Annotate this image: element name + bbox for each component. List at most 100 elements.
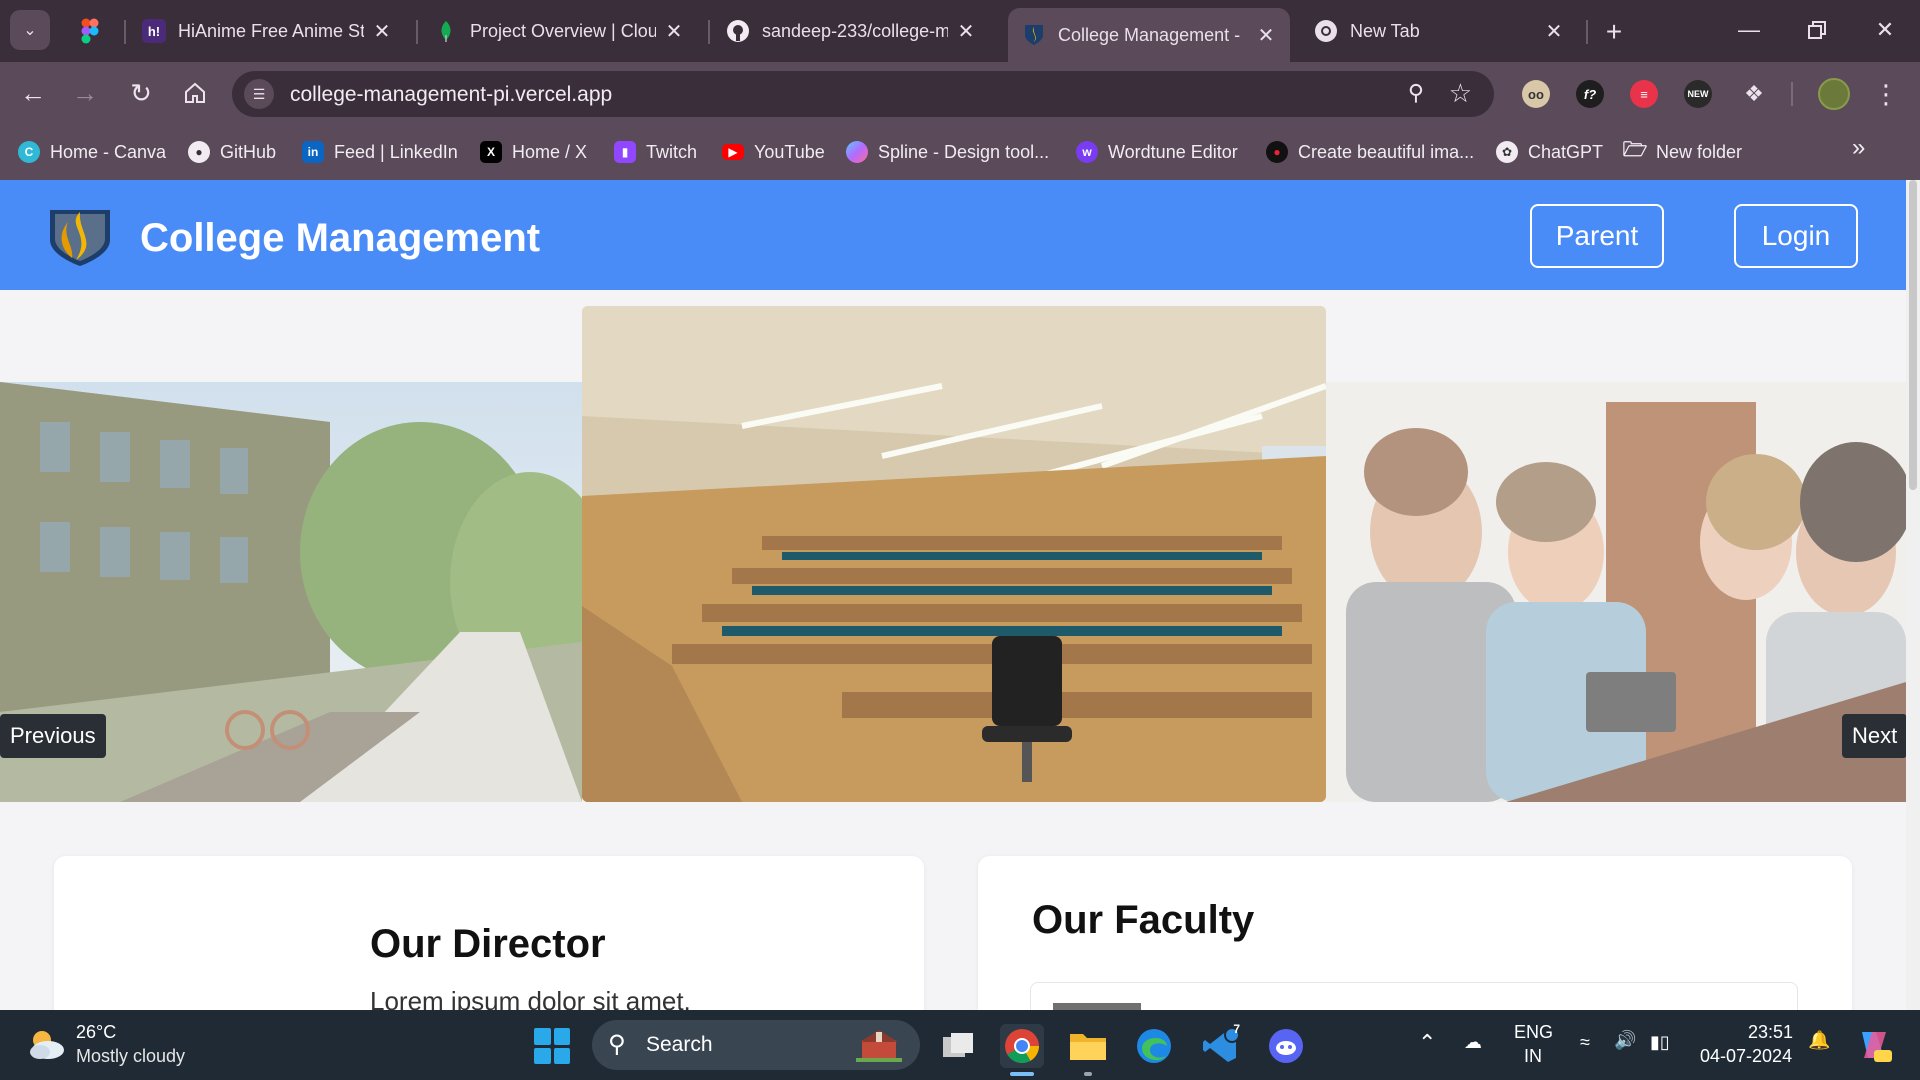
faculty-list-item[interactable] [1030, 982, 1798, 1010]
twitch-icon: ▮ [614, 141, 636, 163]
bookmark-label: Spline - Design tool... [878, 141, 1050, 162]
red-extension-icon[interactable]: ≡ [1630, 80, 1658, 108]
folder-icon [1070, 1034, 1106, 1060]
bookmark-create[interactable]: ● Create beautiful ima... [1266, 138, 1474, 166]
language-indicator-bottom[interactable]: IN [1524, 1046, 1542, 1067]
taskbar-discord[interactable] [1264, 1024, 1308, 1068]
canva-icon: C [18, 141, 40, 163]
taskbar-edge[interactable] [1132, 1024, 1176, 1068]
url-text[interactable]: college-management-pi.vercel.app [290, 83, 612, 107]
close-icon[interactable]: ✕ [1544, 19, 1564, 44]
reload-icon: ↻ [130, 77, 152, 108]
profile-avatar[interactable] [1818, 78, 1850, 110]
new-extension-icon[interactable]: NEW [1684, 80, 1712, 108]
taskbar-file-explorer[interactable] [1066, 1024, 1110, 1068]
carousel-previous-button[interactable]: Previous [0, 714, 106, 758]
notification-bell-icon[interactable]: 🔔 [1808, 1030, 1830, 1051]
browser-menu-button[interactable]: ⋮ [1872, 76, 1900, 112]
tab-title: New Tab [1350, 20, 1420, 41]
college-logo[interactable] [46, 206, 114, 268]
home-button[interactable] [176, 74, 214, 112]
bookmark-wordtune[interactable]: w Wordtune Editor [1076, 138, 1238, 166]
bookmark-new-folder[interactable]: 🗁 New folder [1623, 138, 1742, 166]
carousel-next-button[interactable]: Next [1842, 714, 1906, 758]
discord-icon [1269, 1029, 1303, 1063]
bookmark-chatgpt[interactable]: ✿ ChatGPT [1496, 138, 1603, 166]
site-brand[interactable]: College Management [140, 216, 540, 261]
taskbar-vscode[interactable]: 7 [1198, 1022, 1242, 1068]
chevron-up-icon[interactable]: ⌃ [1418, 1030, 1436, 1056]
home-icon [185, 82, 205, 103]
close-icon[interactable]: ✕ [372, 19, 392, 44]
spline-icon [846, 141, 868, 163]
clock-time[interactable]: 23:51 [1748, 1022, 1793, 1043]
page-viewport: College Management Parent Login Previous… [0, 180, 1906, 1010]
tab-hianime[interactable]: h! HiAnime Free Anime St ✕ [128, 12, 406, 50]
cloudy-weather-icon[interactable] [26, 1026, 66, 1062]
new-tab-button[interactable]: + [1596, 14, 1632, 50]
more-vertical-icon: ⋮ [1873, 78, 1899, 109]
task-view-button[interactable] [936, 1024, 980, 1068]
tab-new-tab[interactable]: New Tab ✕ [1300, 12, 1578, 50]
tab-college-management[interactable]: College Management - ✕ [1008, 8, 1290, 62]
bookmark-star-icon[interactable]: ☆ [1449, 78, 1472, 109]
font-extension-icon[interactable]: f? [1576, 80, 1604, 108]
bookmark-github[interactable]: ● GitHub [188, 138, 276, 166]
taskbar-chrome[interactable] [1000, 1024, 1044, 1068]
login-button[interactable]: Login [1734, 204, 1858, 268]
more-bookmarks-icon[interactable]: » [1852, 134, 1865, 162]
battery-icon[interactable]: ▮▯ [1650, 1032, 1670, 1053]
toolbar-separator [1791, 82, 1793, 106]
bookmark-linkedin[interactable]: in Feed | LinkedIn [302, 138, 458, 166]
close-icon[interactable]: ✕ [1256, 23, 1276, 48]
bookmark-label: Create beautiful ima... [1298, 141, 1475, 162]
back-button[interactable]: ← [14, 74, 52, 112]
forward-button[interactable]: → [66, 74, 104, 112]
bookmark-x[interactable]: X Home / X [480, 138, 587, 166]
volume-icon[interactable]: 🔊 [1614, 1030, 1636, 1051]
scrollbar-thumb[interactable] [1909, 180, 1917, 490]
chrome-icon [1314, 19, 1338, 43]
bookmark-youtube[interactable]: ▶ YouTube [722, 138, 825, 166]
bookmark-spline[interactable]: Spline - Design tool... [846, 138, 1049, 166]
tab-title: Project Overview | Clou [470, 20, 656, 41]
restore-button[interactable] [1794, 10, 1840, 50]
language-indicator-top[interactable]: ENG [1514, 1022, 1553, 1043]
plus-icon: + [1605, 16, 1623, 47]
close-icon[interactable]: ✕ [664, 19, 684, 44]
bookmark-label: Wordtune Editor [1108, 141, 1238, 162]
weather-temperature[interactable]: 26°C [76, 1022, 116, 1043]
copilot-icon[interactable] [1854, 1026, 1894, 1064]
wifi-icon[interactable]: ≈ [1580, 1032, 1590, 1053]
windows-taskbar: 26°C Mostly cloudy ⚲ Search 7 ⌃ ☁ ENG IN… [0, 1010, 1920, 1080]
clock-date[interactable]: 04-07-2024 [1700, 1046, 1792, 1067]
director-text: Lorem ipsum dolor sit amet, [370, 986, 691, 1010]
bookmark-twitch[interactable]: ▮ Twitch [614, 138, 697, 166]
zoom-icon[interactable]: ⚲ [1408, 80, 1424, 106]
tab-separator [708, 20, 710, 44]
tab-github-repo[interactable]: sandeep-233/college-m ✕ [712, 12, 990, 50]
weather-description[interactable]: Mostly cloudy [76, 1046, 185, 1067]
close-icon[interactable]: ✕ [956, 19, 976, 44]
glasses-extension-icon[interactable]: oo [1522, 80, 1550, 108]
tab-project-overview[interactable]: Project Overview | Clou ✕ [420, 12, 698, 50]
minimize-button[interactable]: — [1726, 10, 1772, 50]
windows-start-icon[interactable] [534, 1028, 570, 1064]
tab-search-button[interactable]: ⌄ [10, 10, 50, 50]
onedrive-cloud-icon[interactable]: ☁ [1464, 1032, 1482, 1053]
students-photo [1326, 382, 1906, 802]
figma-icon [81, 18, 99, 44]
parent-button[interactable]: Parent [1530, 204, 1664, 268]
extensions-puzzle-icon[interactable]: ❖ [1740, 80, 1768, 108]
director-card: Our Director Lorem ipsum dolor sit amet, [54, 856, 924, 1010]
site-info-icon[interactable]: ☰ [244, 79, 274, 109]
pinned-tab-figma[interactable] [70, 14, 110, 48]
close-window-button[interactable]: ✕ [1862, 10, 1908, 50]
page-scrollbar[interactable] [1906, 180, 1920, 1010]
taskbar-search[interactable]: ⚲ Search [592, 1020, 920, 1070]
address-bar[interactable]: ☰ college-management-pi.vercel.app ⚲ ☆ [232, 71, 1494, 117]
bookmark-canva[interactable]: C Home - Canva [18, 138, 166, 166]
active-app-indicator [1010, 1072, 1034, 1076]
reload-button[interactable]: ↻ [122, 74, 160, 112]
tab-title: College Management - [1058, 24, 1241, 45]
